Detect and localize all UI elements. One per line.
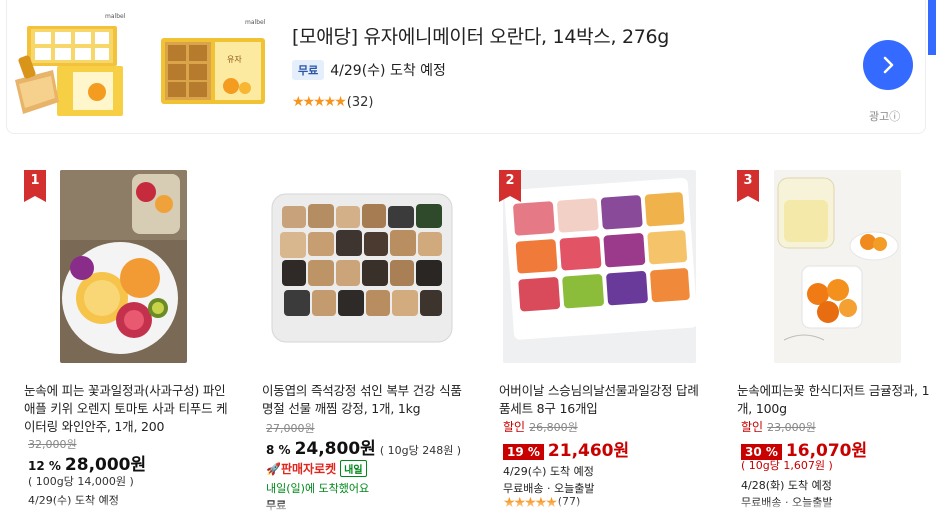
discount-label: 할인: [741, 420, 764, 434]
discount-info: 할인 23,000원: [741, 418, 816, 435]
discount-label: 할인: [503, 420, 526, 434]
sale-price: 21,460원: [547, 441, 630, 461]
shipping-info: 무료배송 · 오늘출발: [503, 482, 595, 495]
free-shipping-badge: 무료: [292, 60, 325, 80]
svg-text:malbel: malbel: [245, 19, 266, 26]
sale-price-row: 12 % 28,000원: [28, 450, 146, 475]
ad-label[interactable]: 광고ⓘ: [869, 108, 900, 124]
discount-percent: 8 %: [266, 443, 291, 457]
unit-price: ( 10g당 248원 ): [379, 444, 462, 457]
star-rating-icon: ★★★★★: [292, 94, 347, 110]
delivery-date: 4/28(화) 도착 예정: [741, 479, 832, 492]
ad-delivery-info: 무료 4/29(수) 도착 예정: [292, 60, 446, 80]
unit-price: ( 10g당 1,607원 ): [741, 459, 833, 472]
ad-next-button[interactable]: [863, 40, 913, 90]
unit-price: ( 100g당 14,000원 ): [28, 475, 134, 488]
discount-percent: 19 %: [503, 444, 544, 460]
sale-price-row: 19 % 21,460원: [503, 436, 629, 461]
rank-badge: 1: [24, 170, 46, 202]
ad-product-image-1[interactable]: malbel: [13, 10, 125, 120]
product-image[interactable]: [503, 170, 696, 363]
rocket-icon: 🚀판매자로켓: [266, 462, 337, 476]
product-image[interactable]: [774, 170, 901, 363]
sponsored-ad-banner[interactable]: malbel 유자 malbel [모애당] 유자에니메이터 오란다, 14박스…: [6, 0, 926, 134]
product-name[interactable]: 눈속에 피는 꽃과일정과(사과구성) 파인애플 키위 오렌지 토마토 사과 티푸…: [24, 382, 229, 436]
sale-price-row: 8 % 24,800원 ( 10g당 248원 ): [266, 434, 461, 459]
delivery-date: 내일(일)에 도착했어요: [266, 482, 370, 495]
ad-review-count: (32): [346, 94, 374, 110]
seller-rocket-badge: 🚀판매자로켓 내일: [266, 460, 367, 477]
bottom-fade: [0, 500, 936, 513]
product-name[interactable]: 이동엽의 즉석강정 섞인 복부 건강 식품 명절 선물 깨찜 강정, 1개, 1…: [262, 382, 467, 418]
tomorrow-tag: 내일: [340, 460, 367, 477]
discount-info: 할인 26,800원: [503, 418, 578, 435]
discount-percent: 12 %: [28, 459, 61, 473]
svg-text:malbel: malbel: [105, 13, 125, 20]
product-name[interactable]: 어버이날 스승님의날선물과일강정 답례품세트 8구 16개입: [499, 382, 704, 418]
original-price: 23,000원: [767, 421, 816, 434]
scroll-indicator[interactable]: [928, 0, 936, 55]
ad-product-title[interactable]: [모애당] 유자에니메이터 오란다, 14박스, 276g: [292, 22, 669, 49]
ad-delivery-date: 4/29(수) 도착 예정: [330, 63, 446, 79]
delivery-date: 4/29(수) 도착 예정: [503, 465, 594, 478]
original-price: 26,800원: [529, 421, 578, 434]
rank-badge: 2: [499, 170, 521, 202]
sale-price: 24,800원: [294, 439, 376, 459]
product-image[interactable]: [60, 170, 187, 363]
product-image[interactable]: [266, 170, 458, 363]
svg-text:유자: 유자: [227, 55, 242, 64]
chevron-right-icon: [883, 56, 894, 74]
ad-product-image-2[interactable]: 유자 malbel: [157, 10, 269, 120]
product-name[interactable]: 눈속에피는꽃 한식디저트 금귤정과, 1개, 100g: [737, 382, 935, 418]
rank-badge: 3: [737, 170, 759, 202]
sale-price: 28,000원: [64, 455, 147, 475]
ad-rating: ★★★★★ (32): [292, 94, 373, 110]
